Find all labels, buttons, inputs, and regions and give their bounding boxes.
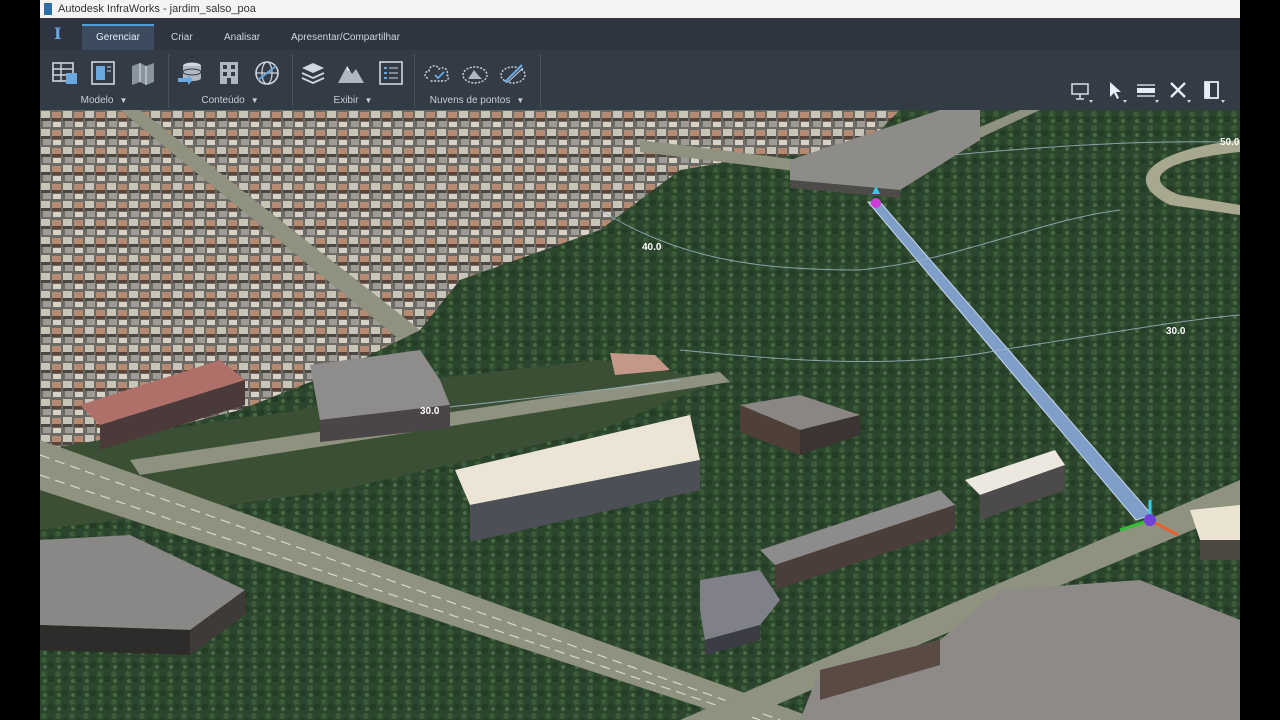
conteudo-dropdown-icon[interactable]: ▼ — [251, 96, 259, 105]
nuvens-dropdown-icon[interactable]: ▼ — [516, 96, 524, 105]
data-sources-icon[interactable] — [176, 58, 206, 88]
point-cloud-icon[interactable] — [422, 58, 452, 88]
infraworks-logo-icon[interactable]: I — [54, 25, 68, 43]
title-bar: Autodesk InfraWorks - jardim_salso_poa — [40, 0, 1240, 18]
ribbon-group-exibir: Exibir ▼ — [292, 54, 415, 108]
contour-label-50: 50.0 — [1220, 137, 1240, 148]
ribbon-group-nuvens-de-pontos: Nuvens de pontos ▼ — [414, 54, 541, 108]
list-panel-icon[interactable] — [376, 58, 406, 88]
group-label-nuvens-de-pontos: Nuvens de pontos — [429, 95, 511, 106]
model-map-icon[interactable] — [128, 58, 158, 88]
infraworks-window: Autodesk InfraWorks - jardim_salso_poa I… — [40, 0, 1240, 720]
group-label-modelo: Modelo — [80, 95, 114, 106]
contour-label-30-east: 30.0 — [1166, 326, 1186, 337]
ribbon-panel: Modelo ▼ Conteúdo ▼ Exibir ▼ Nuvens de p… — [40, 50, 1240, 111]
modelo-dropdown-icon[interactable]: ▼ — [119, 96, 127, 105]
ribbon-group-conteudo: Conteúdo ▼ — [168, 54, 293, 108]
globe-icon[interactable] — [252, 58, 282, 88]
model-panel-icon[interactable] — [88, 58, 118, 88]
contour-label-40: 40.0 — [642, 242, 662, 253]
close-cross-icon[interactable] — [1166, 78, 1192, 104]
tab-analisar[interactable]: Analisar — [210, 26, 274, 50]
tab-criar[interactable]: Criar — [157, 26, 207, 50]
bridge-start-marker[interactable] — [871, 198, 881, 208]
warehouse-building — [310, 350, 450, 442]
3d-viewport[interactable]: 50.0 40.0 30.0 30.0 — [40, 110, 1240, 720]
app-icon — [44, 3, 52, 15]
select-arrow-icon[interactable] — [1102, 78, 1128, 104]
building-grid-icon[interactable] — [214, 58, 244, 88]
measure-icon[interactable] — [1134, 78, 1160, 104]
presentation-icon[interactable] — [1068, 78, 1094, 104]
point-cloud-terrain-icon[interactable] — [460, 58, 490, 88]
ribbon-tab-bar: I Gerenciar Criar Analisar Apresentar/Co… — [40, 18, 1240, 50]
contour-label-30-west: 30.0 — [420, 406, 440, 417]
model-table-icon[interactable] — [50, 58, 80, 88]
scene-canvas[interactable]: 50.0 40.0 30.0 30.0 — [40, 110, 1240, 720]
left-letterbox — [0, 0, 40, 720]
ribbon-group-modelo: Modelo ▼ — [40, 54, 169, 108]
exibir-dropdown-icon[interactable]: ▼ — [365, 96, 373, 105]
tab-gerenciar[interactable]: Gerenciar — [82, 24, 154, 50]
panel-icon[interactable] — [1200, 78, 1226, 104]
window-title: Autodesk InfraWorks - jardim_salso_poa — [58, 3, 256, 15]
terrain-icon[interactable] — [336, 58, 366, 88]
tab-apresentar-compartilhar[interactable]: Apresentar/Compartilhar — [277, 26, 414, 50]
point-cloud-edit-icon[interactable] — [498, 58, 528, 88]
right-letterbox — [1240, 0, 1280, 720]
layers-icon[interactable] — [298, 58, 328, 88]
group-label-exibir: Exibir — [333, 95, 359, 106]
group-label-conteudo: Conteúdo — [201, 95, 245, 106]
